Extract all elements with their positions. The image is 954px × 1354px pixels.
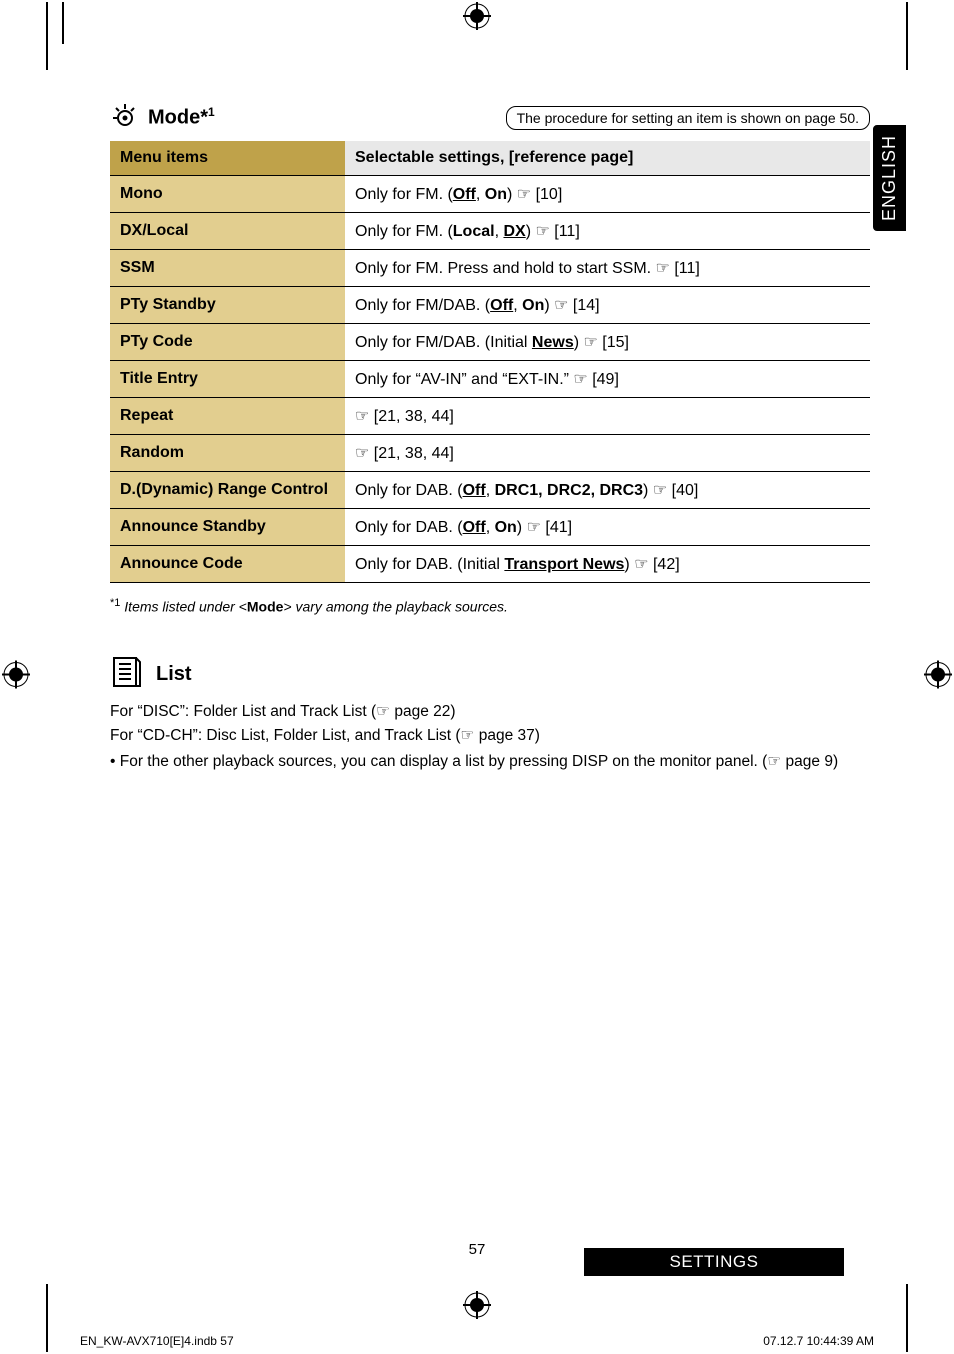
page-content: Mode*1 The procedure for setting an item… — [110, 100, 870, 774]
registration-mark-top — [463, 2, 491, 30]
registration-mark-left — [2, 661, 30, 694]
table-header-settings: Selectable settings, [reference page] — [345, 141, 870, 176]
menu-item-name: Random — [110, 435, 345, 472]
table-row: PTy CodeOnly for FM/DAB. (Initial News) … — [110, 324, 870, 361]
settings-section-bar: SETTINGS — [584, 1248, 844, 1276]
list-line: • For the other playback sources, you ca… — [110, 750, 870, 774]
crop-mark-bottom-left — [2, 1282, 92, 1352]
list-line: For “DISC”: Folder List and Track List (… — [110, 700, 870, 724]
menu-item-name: Announce Code — [110, 546, 345, 583]
list-line: For “CD-CH”: Disc List, Folder List, and… — [110, 724, 870, 748]
crop-mark-top-left — [2, 2, 92, 72]
table-row: Announce CodeOnly for DAB. (Initial Tran… — [110, 546, 870, 583]
footnote: *1 Items listed under <Mode> vary among … — [110, 597, 870, 615]
list-body: For “DISC”: Folder List and Track List (… — [110, 700, 870, 774]
list-icon — [110, 655, 144, 694]
table-row: Title EntryOnly for “AV-IN” and “EXT-IN.… — [110, 361, 870, 398]
print-footer: EN_KW-AVX710[E]4.indb 57 07.12.7 10:44:3… — [80, 1334, 874, 1348]
table-row: MonoOnly for FM. (Off, On) ☞ [10] — [110, 176, 870, 213]
table-row: D.(Dynamic) Range ControlOnly for DAB. (… — [110, 472, 870, 509]
mode-menu-table: Menu items Selectable settings, [referen… — [110, 141, 870, 583]
menu-item-setting: Only for DAB. (Off, On) ☞ [41] — [345, 509, 870, 546]
menu-item-name: Repeat — [110, 398, 345, 435]
mode-heading: Mode*1 — [148, 105, 215, 130]
registration-mark-bottom — [463, 1291, 491, 1324]
menu-item-name: Mono — [110, 176, 345, 213]
menu-item-name: D.(Dynamic) Range Control — [110, 472, 345, 509]
footer-left: EN_KW-AVX710[E]4.indb 57 — [80, 1334, 234, 1348]
menu-item-name: PTy Standby — [110, 287, 345, 324]
table-row: PTy StandbyOnly for FM/DAB. (Off, On) ☞ … — [110, 287, 870, 324]
menu-item-name: DX/Local — [110, 213, 345, 250]
menu-item-setting: Only for DAB. (Initial Transport News) ☞… — [345, 546, 870, 583]
menu-item-setting: Only for FM. (Local, DX) ☞ [11] — [345, 213, 870, 250]
menu-item-setting: Only for FM. Press and hold to start SSM… — [345, 250, 870, 287]
menu-item-name: SSM — [110, 250, 345, 287]
menu-item-name: Announce Standby — [110, 509, 345, 546]
list-heading: List — [156, 663, 192, 686]
menu-item-setting: ☞ [21, 38, 44] — [345, 435, 870, 472]
table-row: Random☞ [21, 38, 44] — [110, 435, 870, 472]
menu-item-setting: ☞ [21, 38, 44] — [345, 398, 870, 435]
language-tab: ENGLISH — [873, 125, 906, 231]
crop-mark-top-right — [862, 2, 952, 72]
crop-mark-bottom-right — [862, 1282, 952, 1352]
menu-item-setting: Only for FM/DAB. (Off, On) ☞ [14] — [345, 287, 870, 324]
table-row: Repeat☞ [21, 38, 44] — [110, 398, 870, 435]
registration-mark-right — [924, 661, 952, 694]
menu-item-name: Title Entry — [110, 361, 345, 398]
footer-right: 07.12.7 10:44:39 AM — [763, 1334, 874, 1348]
table-row: DX/LocalOnly for FM. (Local, DX) ☞ [11] — [110, 213, 870, 250]
mode-icon — [110, 100, 140, 135]
menu-item-name: PTy Code — [110, 324, 345, 361]
table-row: Announce StandbyOnly for DAB. (Off, On) … — [110, 509, 870, 546]
menu-item-setting: Only for FM/DAB. (Initial News) ☞ [15] — [345, 324, 870, 361]
table-row: SSMOnly for FM. Press and hold to start … — [110, 250, 870, 287]
menu-item-setting: Only for FM. (Off, On) ☞ [10] — [345, 176, 870, 213]
menu-item-setting: Only for “AV-IN” and “EXT-IN.” ☞ [49] — [345, 361, 870, 398]
page-number: 57 — [469, 1241, 486, 1258]
table-header-menu-items: Menu items — [110, 141, 345, 176]
menu-item-setting: Only for DAB. (Off, DRC1, DRC2, DRC3) ☞ … — [345, 472, 870, 509]
procedure-note: The procedure for setting an item is sho… — [506, 106, 870, 130]
